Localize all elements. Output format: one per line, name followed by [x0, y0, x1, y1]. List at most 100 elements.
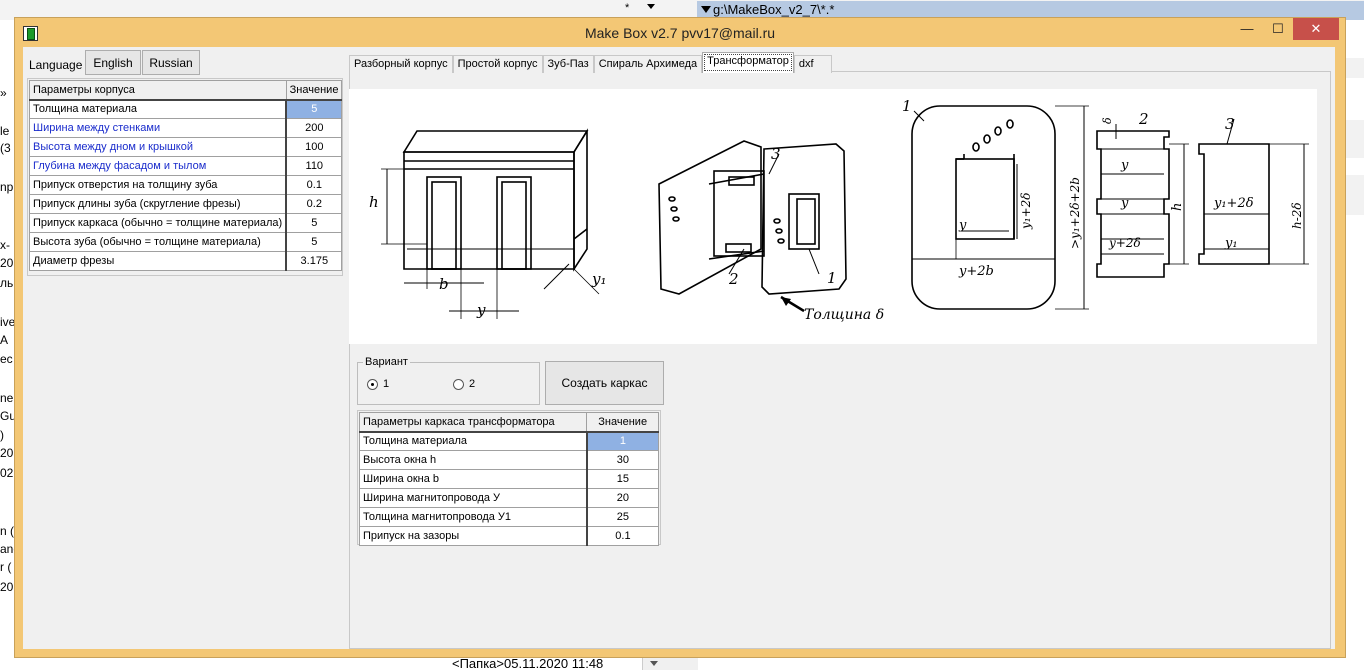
background-right-window	[1346, 20, 1364, 670]
side-y2d-label: y+2δ	[1108, 236, 1141, 250]
flange-y-label: y	[958, 218, 967, 233]
lid-y12d-label: y₁+2δ	[1213, 196, 1254, 211]
lid-h2d-label: h-2δ	[1290, 202, 1304, 229]
param-value-cell[interactable]: 100	[285, 137, 343, 157]
table-row[interactable]: Ширина окна b 15	[358, 469, 659, 489]
body-params-table: Параметры корпуса Значение Толщина матер…	[29, 80, 343, 271]
russian-button[interactable]: Russian	[142, 50, 200, 75]
create-frame-button[interactable]: Создать каркас	[545, 361, 664, 405]
lid-y1-label: y₁	[1224, 236, 1238, 251]
minimize-button[interactable]: —	[1233, 18, 1261, 40]
tab-dxf[interactable]: dxf	[793, 55, 832, 73]
tab-tooth-slot[interactable]: Зуб-Паз	[542, 55, 594, 73]
column-header-value[interactable]: Значение	[285, 80, 343, 101]
flange-y2b-label: y+2b	[958, 264, 994, 279]
param-value-cell[interactable]: 3.175	[285, 251, 343, 271]
part-3-label: 3	[771, 145, 781, 163]
table-row[interactable]: Толщина материала 5	[29, 99, 343, 119]
param-name: Ширина между стенками	[29, 118, 288, 138]
param-name: Глубина между фасадом и тылом	[29, 156, 288, 176]
table-row[interactable]: Ширина между стенками 200	[29, 118, 343, 138]
param-name: Высота окна h	[358, 450, 588, 470]
table-row[interactable]: Припуск каркаса (обычно = толщине матери…	[29, 213, 343, 233]
param-name: Припуск на зазоры	[358, 526, 588, 546]
column-header-transformer-value[interactable]: Значение	[586, 412, 659, 433]
transformer-params-table: Параметры каркаса трансформатора Значени…	[358, 412, 659, 546]
radio-checked-icon[interactable]	[367, 378, 378, 390]
tab-archimedes-spiral[interactable]: Спираль Архимеда	[593, 55, 703, 73]
param-value-cell[interactable]: 200	[285, 118, 343, 138]
column-header-transformer-params[interactable]: Параметры каркаса трансформатора	[358, 412, 588, 433]
table-row[interactable]: Высота окна h 30	[358, 450, 659, 470]
dim-y-label: y	[476, 301, 486, 319]
param-name: Припуск каркаса (обычно = толщине матери…	[29, 213, 288, 233]
param-value-cell[interactable]: 0.2	[285, 194, 343, 214]
close-button[interactable]: ✕	[1293, 18, 1339, 40]
maximize-button[interactable]: ☐	[1264, 18, 1292, 40]
flange-y12d-label: y₁+2δ	[1019, 192, 1033, 230]
param-name: Ширина окна b	[358, 469, 588, 489]
tab-transformer[interactable]: Трансформатор	[702, 52, 794, 73]
param-value-cell[interactable]: 5	[285, 232, 343, 252]
table-row[interactable]: Припуск отверстия на толщину зуба 0.1	[29, 175, 343, 195]
param-name: Высота зуба (обычно = толщине материала)	[29, 232, 288, 252]
side-h-label: h	[1170, 203, 1185, 211]
param-value-cell[interactable]: 1	[586, 431, 659, 451]
dim-h-label: h	[369, 193, 379, 211]
background-dropdown-arrow-icon[interactable]	[647, 4, 655, 9]
param-name: Припуск длины зуба (скругление фрезы)	[29, 194, 288, 214]
variant-radio-2[interactable]: 2	[453, 378, 475, 390]
param-value-cell[interactable]: 0.1	[285, 175, 343, 195]
param-value-cell[interactable]: 25	[586, 507, 659, 527]
tab-simple-case[interactable]: Простой корпус	[452, 55, 543, 73]
dim-y1-label: y₁	[591, 270, 607, 288]
dim-b-label: b	[439, 275, 449, 293]
background-row-stripe	[1346, 195, 1364, 215]
param-value-cell[interactable]: 20	[586, 488, 659, 508]
radio-unchecked-icon[interactable]	[453, 378, 464, 390]
flange-total-label: >y₁+2δ+2b	[1068, 177, 1082, 249]
background-left-window: » le (3 np x- 20 ль ive A ec ne Gu ) 20 …	[0, 20, 14, 660]
background-row-stripe	[1346, 58, 1364, 78]
variant-radio-1[interactable]: 1	[367, 378, 389, 390]
chevron-down-icon	[701, 6, 711, 13]
title-bar[interactable]: Make Box v2.7 pvv17@mail.ru — ☐ ✕	[15, 18, 1345, 46]
param-name: Толщина магнитопровода У1	[358, 507, 588, 527]
tab-knockdown-case[interactable]: Разборный корпус	[349, 55, 453, 73]
flange-1-label: 1	[902, 97, 912, 115]
param-value-cell[interactable]: 30	[586, 450, 659, 470]
lid-3-label: 3	[1225, 115, 1235, 133]
side-delta-label: δ	[1101, 117, 1114, 124]
background-folder-date: <Папка>05.11.2020 11:48	[452, 656, 604, 670]
table-row[interactable]: Диаметр фрезы 3.175	[29, 251, 343, 271]
part-1-label: 1	[827, 269, 837, 287]
param-name: Толщина материала	[358, 431, 588, 451]
table-row[interactable]: Припуск длины зуба (скругление фрезы) 0.…	[29, 194, 343, 214]
param-name: Ширина магнитопровода У	[358, 488, 588, 508]
table-row[interactable]: Высота зуба (обычно = толщине материала)…	[29, 232, 343, 252]
transformer-drawing-svg: h b y y₁ 3 2 1 Толщина δ 1 y y+2b 2 y y …	[369, 97, 1309, 323]
tab-strip: Разборный корпус Простой корпус Зуб-Паз …	[349, 52, 832, 73]
table-row[interactable]: Толщина материала 1	[358, 431, 659, 451]
table-row[interactable]: Ширина магнитопровода У 20	[358, 488, 659, 508]
table-row[interactable]: Толщина магнитопровода У1 25	[358, 507, 659, 527]
param-value-cell[interactable]: 15	[586, 469, 659, 489]
window-title: Make Box v2.7 pvv17@mail.ru	[584, 25, 776, 41]
side-y-top-label: y	[1120, 158, 1129, 173]
chevron-down-icon	[650, 661, 658, 666]
column-header-params[interactable]: Параметры корпуса	[29, 80, 287, 101]
param-value-cell[interactable]: 110	[285, 156, 343, 176]
english-button[interactable]: English	[85, 50, 141, 75]
table-row[interactable]: Высота между дном и крышкой 100	[29, 137, 343, 157]
table-row[interactable]: Припуск на зазоры 0.1	[358, 526, 659, 546]
param-value-cell[interactable]: 5	[285, 99, 343, 119]
variant-legend: Вариант	[363, 356, 410, 368]
param-name: Высота между дном и крышкой	[29, 137, 288, 157]
table-row[interactable]: Глубина между фасадом и тылом 110	[29, 156, 343, 176]
param-value-cell[interactable]: 0.1	[586, 526, 659, 546]
param-value-cell[interactable]: 5	[285, 213, 343, 233]
param-name: Толщина материала	[29, 99, 288, 119]
part-2-label: 2	[728, 270, 739, 288]
param-name: Припуск отверстия на толщину зуба	[29, 175, 288, 195]
background-filter-star: *	[625, 2, 630, 14]
